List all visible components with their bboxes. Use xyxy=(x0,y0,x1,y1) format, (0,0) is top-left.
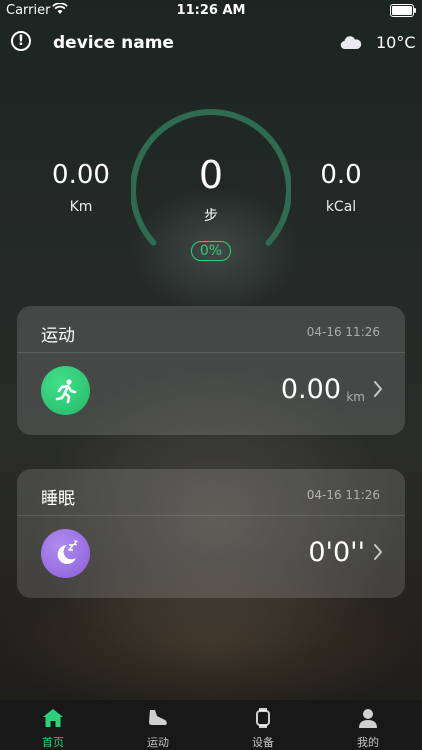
moon-sleep-icon xyxy=(41,529,90,578)
temperature: 10°C xyxy=(376,33,416,52)
battery-icon xyxy=(390,4,416,17)
cloud-icon xyxy=(340,36,362,50)
tab-label: 运动 xyxy=(147,736,169,749)
divider xyxy=(17,352,405,353)
steps-progress-badge: 0% xyxy=(191,241,231,261)
exercise-distance-unit: km xyxy=(346,390,365,404)
tab-label: 我的 xyxy=(357,736,379,749)
tab-home[interactable]: 首页 xyxy=(13,700,93,750)
tab-profile[interactable]: 我的 xyxy=(328,700,408,750)
distance-unit: Km xyxy=(69,199,93,215)
info-icon[interactable]: ! xyxy=(11,31,31,51)
tab-label: 设备 xyxy=(252,736,274,749)
running-icon xyxy=(41,366,90,415)
watch-icon xyxy=(256,708,270,728)
user-icon xyxy=(359,709,377,728)
header: ! device name 10°C xyxy=(0,28,422,58)
card-date: 04-16 11:26 xyxy=(306,325,380,339)
sleep-duration-value: 0'0'' xyxy=(308,537,365,568)
sleep-card[interactable]: 睡眠 04-16 11:26 0'0'' xyxy=(17,469,405,598)
calories-value: 0.0 xyxy=(320,160,362,190)
divider xyxy=(17,515,405,516)
tab-label: 首页 xyxy=(42,736,64,749)
chevron-right-icon xyxy=(374,544,382,560)
tab-bar: 首页 运动 设备 我的 xyxy=(0,700,422,750)
exercise-distance-value: 0.00 xyxy=(280,374,341,405)
distance-value: 0.00 xyxy=(52,160,110,190)
steps-value: 0 xyxy=(198,153,224,197)
device-name[interactable]: device name xyxy=(53,33,174,53)
status-bar: Carrier 11:26 AM xyxy=(0,0,422,22)
calories-unit: kCal xyxy=(325,199,357,215)
card-date: 04-16 11:26 xyxy=(306,488,380,502)
clock: 11:26 AM xyxy=(176,3,246,18)
chevron-right-icon xyxy=(374,381,382,397)
home-icon xyxy=(43,709,63,727)
card-title: 运动 xyxy=(41,326,75,346)
shoe-icon xyxy=(149,710,167,725)
tab-device[interactable]: 设备 xyxy=(223,700,303,750)
steps-unit: 步 xyxy=(204,208,218,224)
exercise-card[interactable]: 运动 04-16 11:26 0.00 km xyxy=(17,306,405,435)
card-title: 睡眠 xyxy=(41,489,75,509)
tab-exercise[interactable]: 运动 xyxy=(118,700,198,750)
